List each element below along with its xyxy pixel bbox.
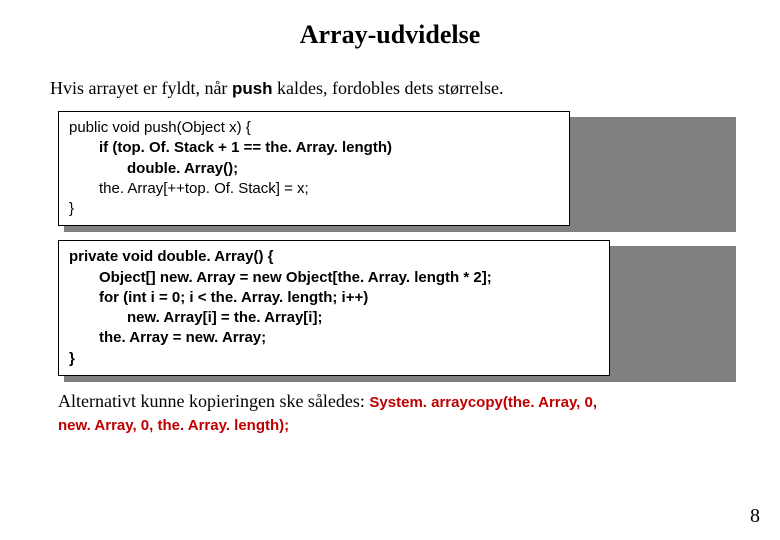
code1-line2: if (top. Of. Stack + 1 == the. Array. le… [69,138,559,158]
intro-keyword: push [232,79,273,98]
code2-line6: } [69,349,599,369]
code2-line2: Object[] new. Array = new Object[the. Ar… [69,268,599,288]
page-number: 8 [750,505,760,528]
code2-l1a: private void [69,248,157,265]
code2-line3: for (int i = 0; i < the. Array. length; … [69,288,599,308]
code-block-1-wrap: public void push(Object x) {if (top. Of.… [58,111,730,226]
code2-line5: the. Array = new. Array; [69,328,599,348]
code2-line1: private void double. Array() { [69,247,599,267]
code1-line4: the. Array[++top. Of. Stack] = x; [69,179,559,199]
code-block-2: private void double. Array() {Object[] n… [58,240,610,376]
code1-line5: } [69,199,559,219]
intro-part2: kaldes, fordobles dets størrelse. [273,78,504,98]
slide-title: Array-udvidelse [50,20,730,50]
code-block-2-wrap: private void double. Array() {Object[] n… [58,240,730,376]
code2-line4: new. Array[i] = the. Array[i]; [69,308,599,328]
intro-text: Hvis arrayet er fyldt, når push kaldes, … [50,78,730,99]
alt-code-line2: new. Array, 0, the. Array. length); [58,417,289,434]
code2-l1b: double. Array [157,248,253,265]
code1-line1: public void push(Object x) { [69,118,559,138]
code1-line3: double. Array(); [69,159,559,179]
slide: Array-udvidelse Hvis arrayet er fyldt, n… [0,0,780,540]
alt-code-line1: System. arraycopy(the. Array, 0, [369,394,597,411]
alt-prefix: Alternativt kunne kopieringen ske sålede… [58,391,369,411]
code-block-1: public void push(Object x) {if (top. Of.… [58,111,570,226]
alternative-text: Alternativt kunne kopieringen ske sålede… [58,390,730,437]
code2-l1c: () { [254,248,274,265]
intro-part1: Hvis arrayet er fyldt, når [50,78,232,98]
